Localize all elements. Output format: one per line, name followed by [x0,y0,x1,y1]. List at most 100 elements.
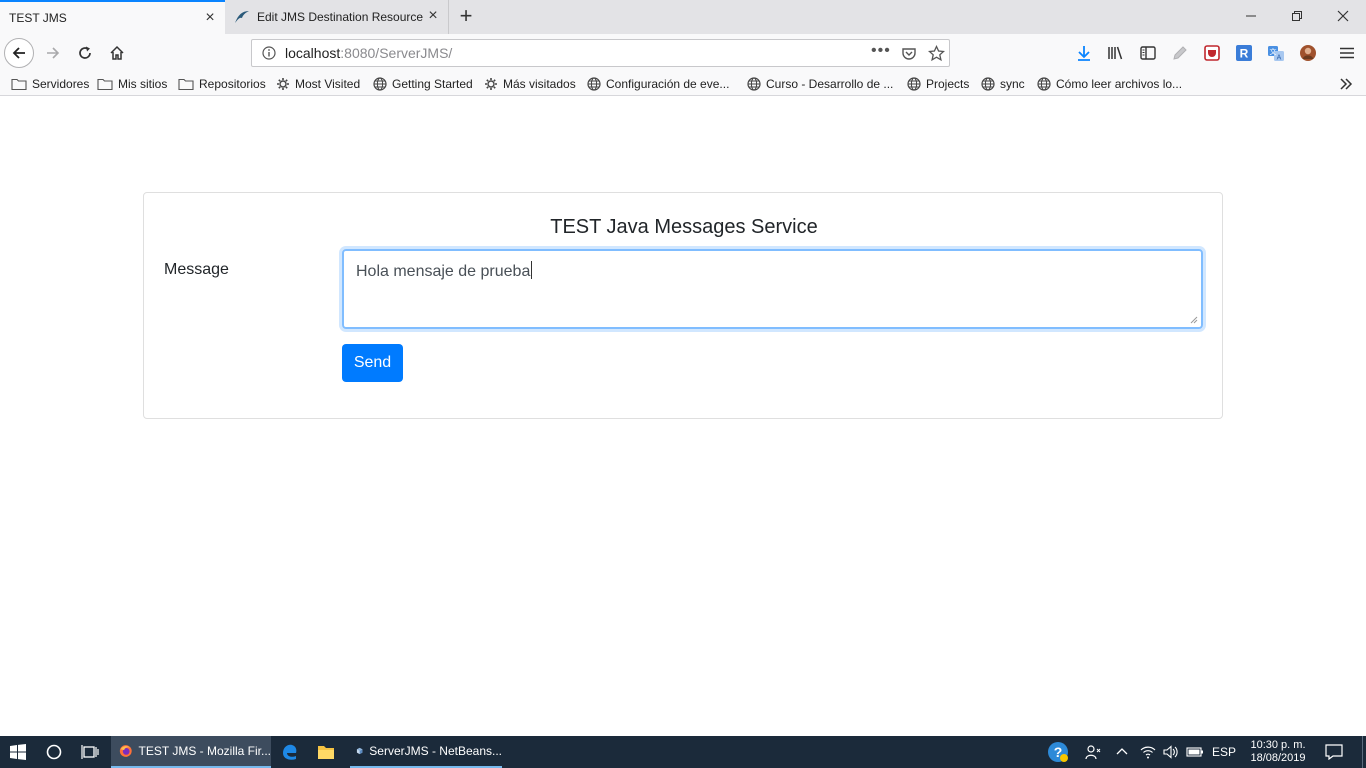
bookmark-como-leer[interactable]: Cómo leer archivos lo... [1037,75,1182,93]
downloads-icon[interactable] [1074,43,1094,63]
arrow-right-icon [47,47,60,59]
close-window-button[interactable] [1320,0,1366,32]
people-icon[interactable] [1082,736,1104,768]
bookmark-getting-started[interactable]: Getting Started [373,75,473,93]
language-indicator[interactable]: ESP [1210,736,1238,768]
message-textarea[interactable]: Hola mensaje de prueba [342,249,1203,329]
globe-icon [981,77,995,91]
close-tab-icon[interactable]: × [426,8,440,24]
menu-icon[interactable] [1337,43,1357,63]
taskbar-item-edge[interactable] [274,736,306,768]
task-view-button[interactable] [74,736,106,768]
bookmark-servidores[interactable]: Servidores [11,75,89,93]
clock[interactable]: 10:30 p. m. 18/08/2019 [1244,736,1312,768]
bookmark-repositorios[interactable]: Repositorios [178,75,266,93]
volume-icon[interactable] [1160,736,1180,768]
globe-icon [373,77,387,91]
taskbar-item-file-explorer[interactable] [310,736,342,768]
folder-icon [11,78,27,91]
info-icon[interactable] [262,46,276,60]
cortana-icon [46,744,62,760]
bookmark-label: Projects [926,77,970,91]
bookmark-most-visited[interactable]: Most Visited [276,75,360,93]
bookmarks-overflow-icon[interactable] [1339,75,1358,93]
bookmark-sync[interactable]: sync [981,75,1025,93]
netbeans-icon [356,747,363,755]
bookmark-configuracion[interactable]: Configuración de eve... [587,75,729,93]
arrow-left-icon [12,47,25,59]
bookmark-label: Repositorios [199,77,266,91]
new-tab-button[interactable]: + [454,5,478,29]
globe-icon [907,77,921,91]
start-button[interactable] [0,736,36,768]
home-icon [110,45,124,60]
windows-logo-icon [10,744,26,760]
tab-title: TEST JMS [9,11,67,25]
bookmark-label: Getting Started [392,77,473,91]
clock-time: 10:30 p. m. [1250,739,1306,751]
restore-button[interactable] [1274,0,1320,32]
extension-shield-icon[interactable] [1202,43,1222,63]
translate-icon[interactable]: 文A [1266,43,1286,63]
bookmark-label: Most Visited [295,77,361,91]
cortana-button[interactable] [38,736,70,768]
bookmark-mas-visitados[interactable]: Más visitados [484,75,576,93]
bookmark-label: Configuración de eve... [606,77,730,91]
extension-r-icon[interactable]: R [1234,43,1254,63]
edge-icon [283,744,297,760]
back-button[interactable] [4,38,34,68]
url-host: localhost [285,45,341,61]
url-path: :8080/ServerJMS/ [340,45,453,61]
reload-icon [79,46,91,59]
page-actions-icon[interactable]: ••• [871,42,891,60]
folder-icon [97,78,113,91]
taskbar-item-label: TEST JMS - Mozilla Fir... [138,744,271,758]
message-label: Message [164,261,229,278]
pocket-icon[interactable] [901,46,917,62]
bookmark-label: Mis sitios [118,77,168,91]
home-button[interactable] [102,38,132,68]
language-label: ESP [1211,744,1236,759]
svg-text:文: 文 [1270,47,1277,56]
folder-icon [178,78,194,91]
bookmark-label: Curso - Desarrollo de ... [766,77,894,91]
wifi-icon[interactable] [1138,736,1158,768]
minimize-button[interactable] [1228,0,1274,32]
avatar[interactable] [1298,43,1318,63]
globe-icon [1037,77,1051,91]
send-button[interactable]: Send [342,344,403,382]
taskbar-item-label: ServerJMS - NetBeans... [369,744,502,758]
bookmark-label: Cómo leer archivos lo... [1056,77,1183,91]
library-icon[interactable] [1106,43,1126,63]
taskbar-item-firefox[interactable]: TEST JMS - Mozilla Fir... [111,736,271,768]
battery-icon[interactable] [1184,736,1206,768]
reload-button[interactable] [70,38,100,68]
svg-text:R: R [1240,47,1249,61]
bookmarks-toolbar: Servidores Mis sitios Repositorios Most … [0,72,1366,96]
forward-button[interactable] [38,38,68,68]
globe-icon [747,77,761,91]
tab-test-jms[interactable]: TEST JMS × [0,0,225,34]
bookmark-star-icon[interactable] [928,45,945,62]
task-view-icon [81,745,99,759]
help-icon[interactable]: ? [1045,736,1071,768]
message-value: Hola mensaje de prueba [356,263,531,280]
address-bar[interactable]: localhost:8080/ServerJMS/ ••• [251,39,950,67]
close-tab-icon[interactable]: × [203,10,217,26]
svg-text:A: A [1277,55,1282,62]
show-hidden-icons-icon[interactable] [1112,736,1132,768]
resize-handle-icon[interactable] [1190,316,1198,324]
action-center-icon[interactable] [1318,736,1350,768]
navigation-toolbar: localhost:8080/ServerJMS/ ••• R 文A [0,34,1366,72]
bookmark-mis-sitios[interactable]: Mis sitios [97,75,167,93]
globe-icon [587,77,601,91]
taskbar-item-netbeans[interactable]: ServerJMS - NetBeans... [350,736,502,768]
sidebar-icon[interactable] [1138,43,1158,63]
glassfish-icon [235,11,249,23]
folder-icon [318,746,334,759]
bookmark-projects[interactable]: Projects [907,75,969,93]
tab-edit-jms[interactable]: Edit JMS Destination Resource × [225,0,449,34]
pencil-icon[interactable] [1170,43,1190,63]
bookmark-curso[interactable]: Curso - Desarrollo de ... [747,75,893,93]
show-desktop-button[interactable] [1362,736,1366,768]
